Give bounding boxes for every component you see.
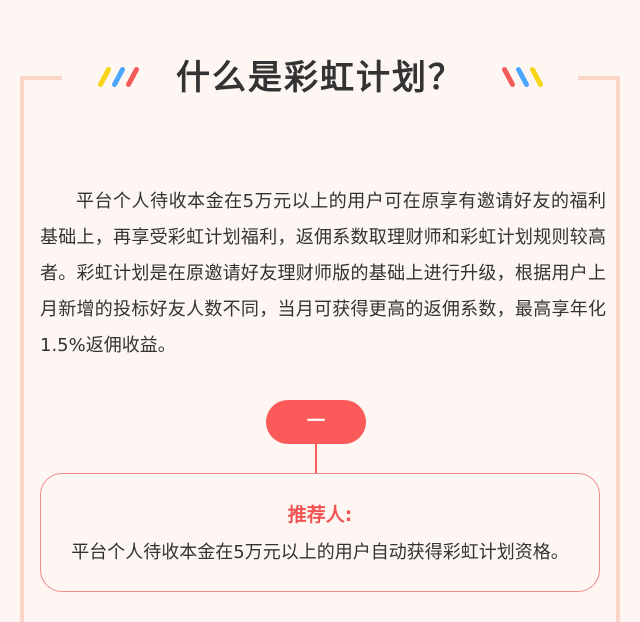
referrer-card: 推荐人: 平台个人待收本金在5万元以上的用户自动获得彩虹计划资格。 — [40, 473, 600, 592]
stripes-right-icon — [500, 66, 548, 90]
stripe-yellow — [529, 66, 544, 88]
step-badge: 一 — [266, 400, 366, 444]
stripe-red — [501, 66, 516, 88]
stripe-blue — [515, 66, 530, 88]
card-text: 平台个人待收本金在5万元以上的用户自动获得彩虹计划资格。 — [71, 542, 569, 563]
step-connector — [315, 444, 317, 474]
card-title: 推荐人: — [287, 504, 353, 526]
frame-right — [616, 76, 620, 622]
intro-paragraph: 平台个人待收本金在5万元以上的用户可在原享有邀请好友的福利基础上，再享受彩虹计划… — [40, 191, 606, 356]
frame-left — [20, 76, 24, 622]
